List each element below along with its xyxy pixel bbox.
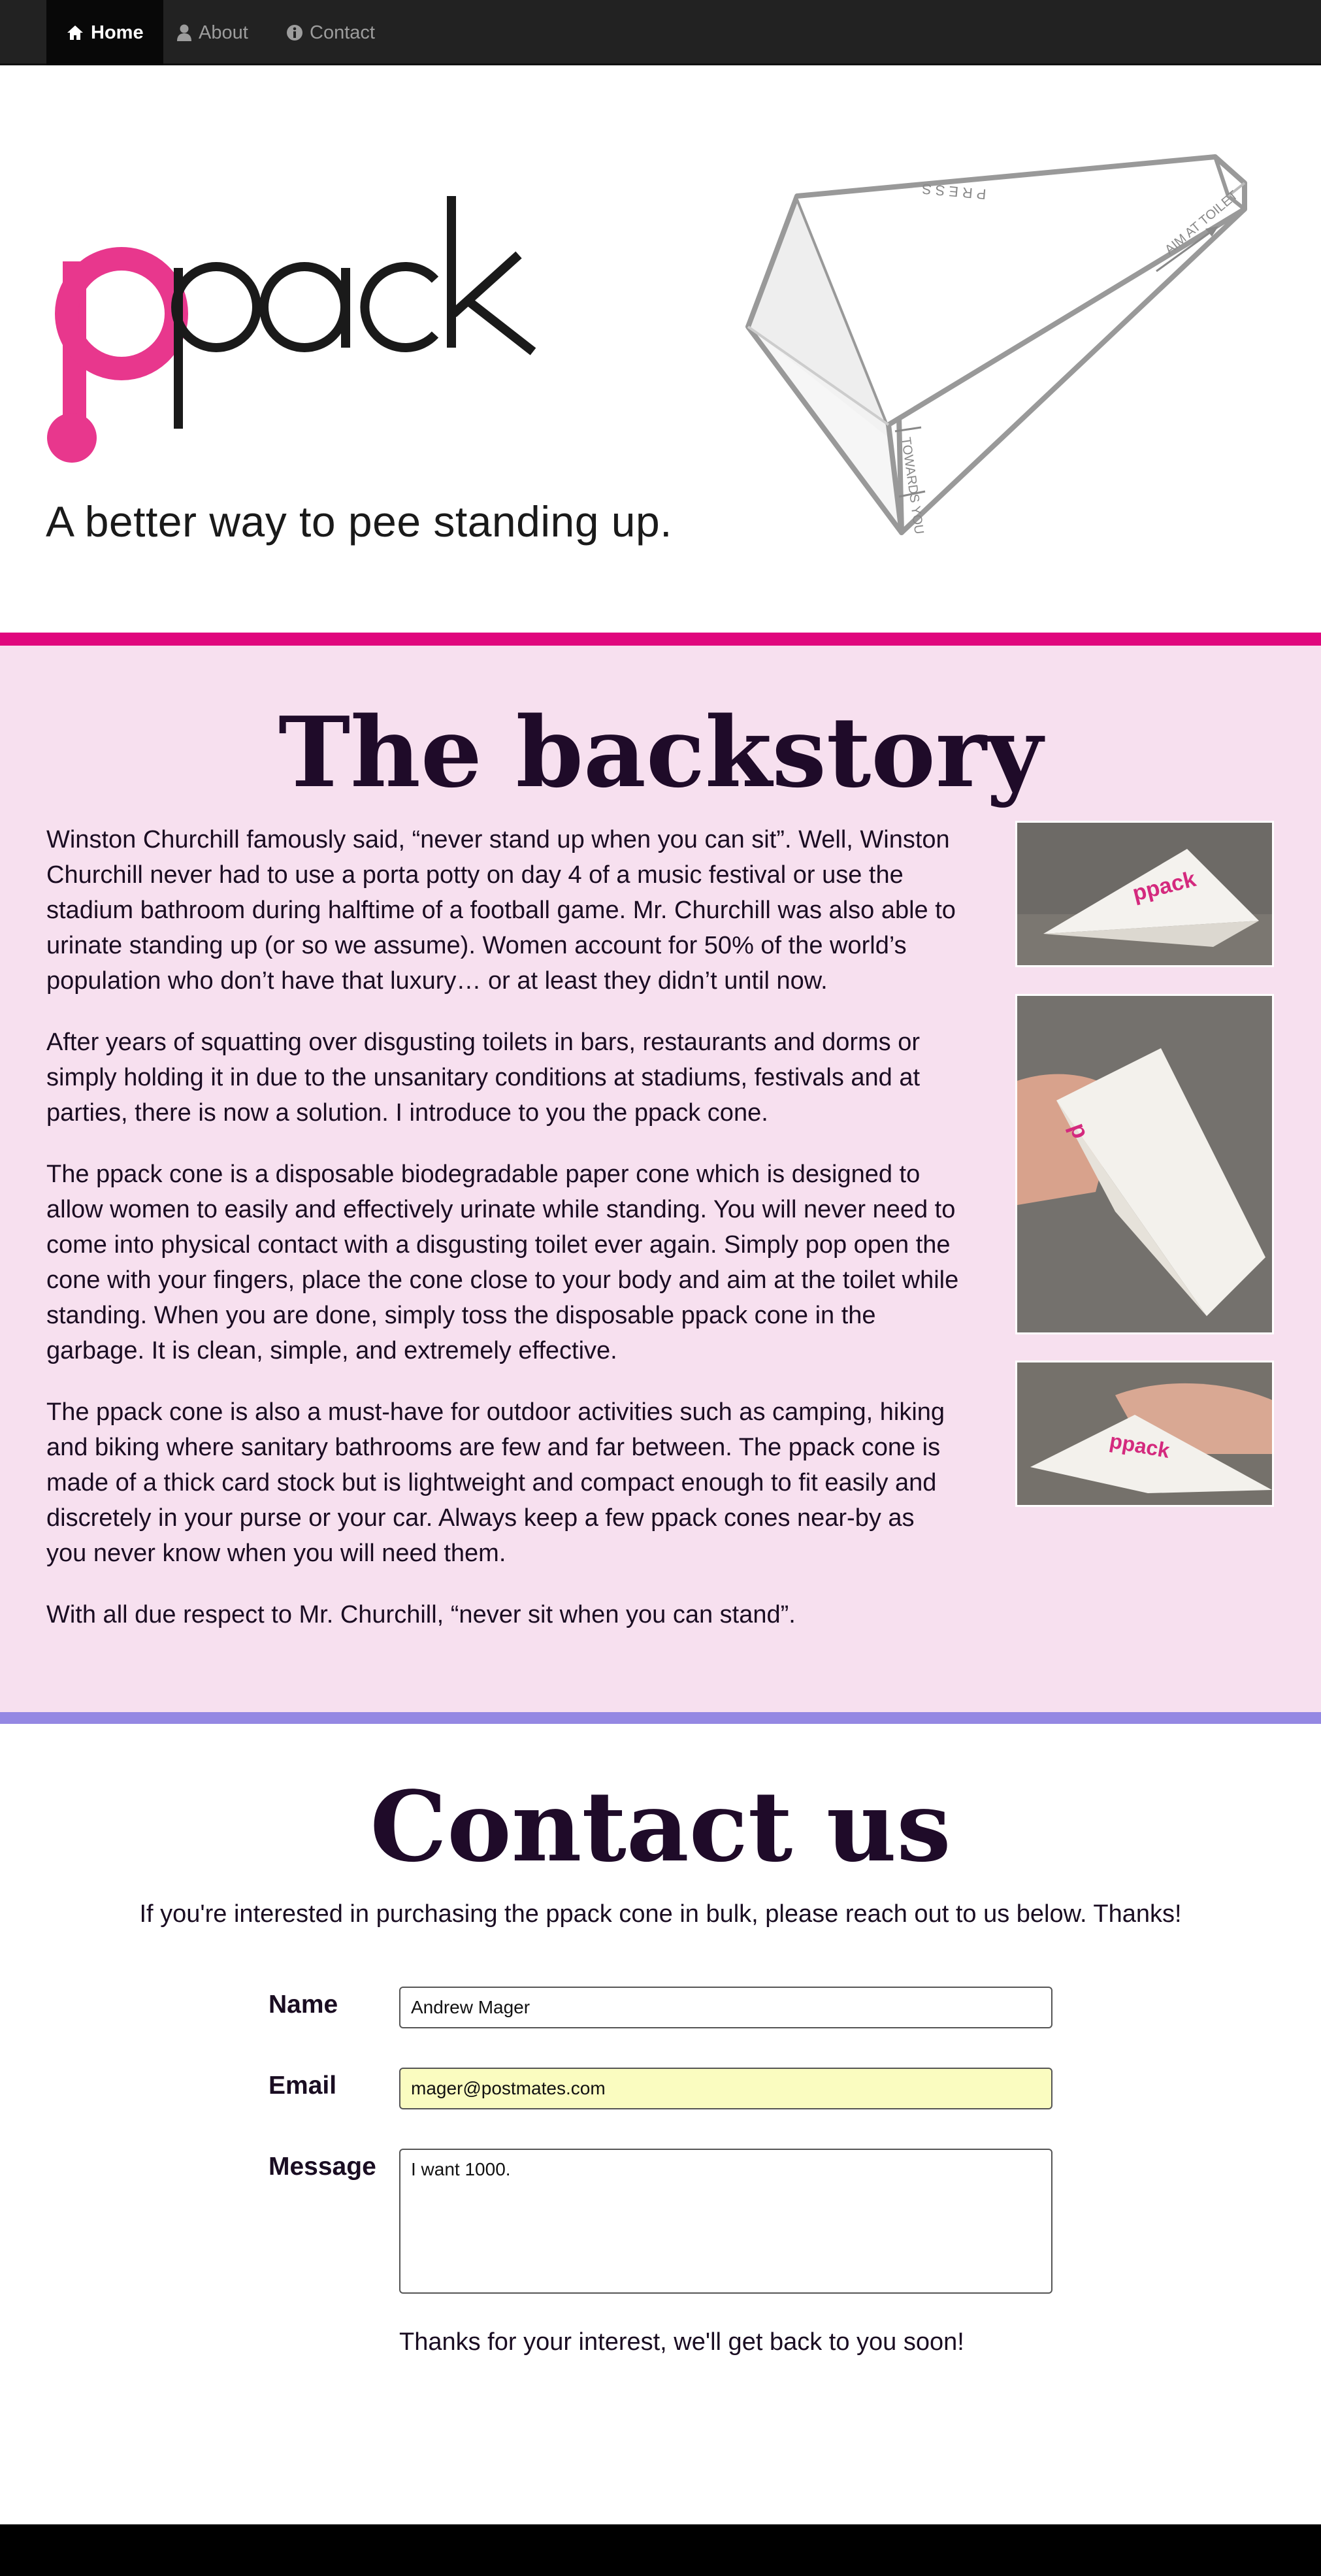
nav-home-label: Home	[91, 22, 144, 43]
backstory-paragraph: The ppack cone is also a must-have for o…	[46, 1398, 945, 1567]
backstory-paragraph: The ppack cone is a disposable biodegrad…	[46, 1161, 959, 1364]
contact-title: Contact us	[370, 1770, 951, 1883]
pink-divider	[0, 633, 1321, 646]
thanks-message: Thanks for your interest, we'll get back…	[399, 2328, 964, 2356]
photo-cone-held: ppack	[1015, 1361, 1274, 1507]
name-input[interactable]	[399, 1987, 1052, 2028]
purple-divider	[0, 1712, 1321, 1724]
backstory-paragraph: With all due respect to Mr. Churchill, “…	[46, 1601, 796, 1628]
message-label: Message	[269, 2153, 376, 2181]
photo-cone-flat: ppack	[1015, 821, 1274, 967]
navbar: Home About Contact	[0, 0, 1321, 65]
nav-home-link[interactable]: Home	[46, 0, 163, 65]
nav-contact-link[interactable]: Contact	[267, 0, 395, 65]
email-input[interactable]	[399, 2068, 1052, 2109]
info-circle-icon	[287, 25, 302, 41]
nav-contact-label: Contact	[310, 22, 375, 43]
email-label: Email	[269, 2072, 337, 2100]
nav-about-label: About	[199, 22, 248, 43]
contact-section: Contact us If you're interested in purch…	[0, 1724, 1321, 2524]
backstory-paragraph: After years of squatting over disgusting…	[46, 1029, 921, 1127]
logo-dot	[47, 413, 97, 463]
name-label: Name	[269, 1990, 338, 2019]
user-icon	[177, 24, 191, 41]
home-icon	[67, 25, 83, 40]
backstory-text: Winston Churchill famously said, “never …	[46, 822, 961, 1659]
photo-cone-hand: p	[1015, 994, 1274, 1334]
ppack-logo	[55, 196, 536, 431]
cone-diagram: PRESS AIM AT TOILET TOWARDS YOU	[745, 154, 1247, 535]
nav-about-link[interactable]: About	[157, 0, 268, 65]
backstory-title: The backstory	[278, 695, 1043, 809]
message-textarea[interactable]: I want 1000.	[399, 2149, 1052, 2294]
hero-tagline: A better way to pee standing up.	[46, 497, 672, 546]
hero-section: A better way to pee standing up. PRESS A…	[0, 65, 1321, 633]
backstory-paragraph: Winston Churchill famously said, “never …	[46, 826, 956, 995]
backstory-section: The backstory Winston Churchill famously…	[0, 646, 1321, 1712]
footer	[0, 2524, 1321, 2576]
contact-intro: If you're interested in purchasing the p…	[139, 1900, 1182, 1928]
